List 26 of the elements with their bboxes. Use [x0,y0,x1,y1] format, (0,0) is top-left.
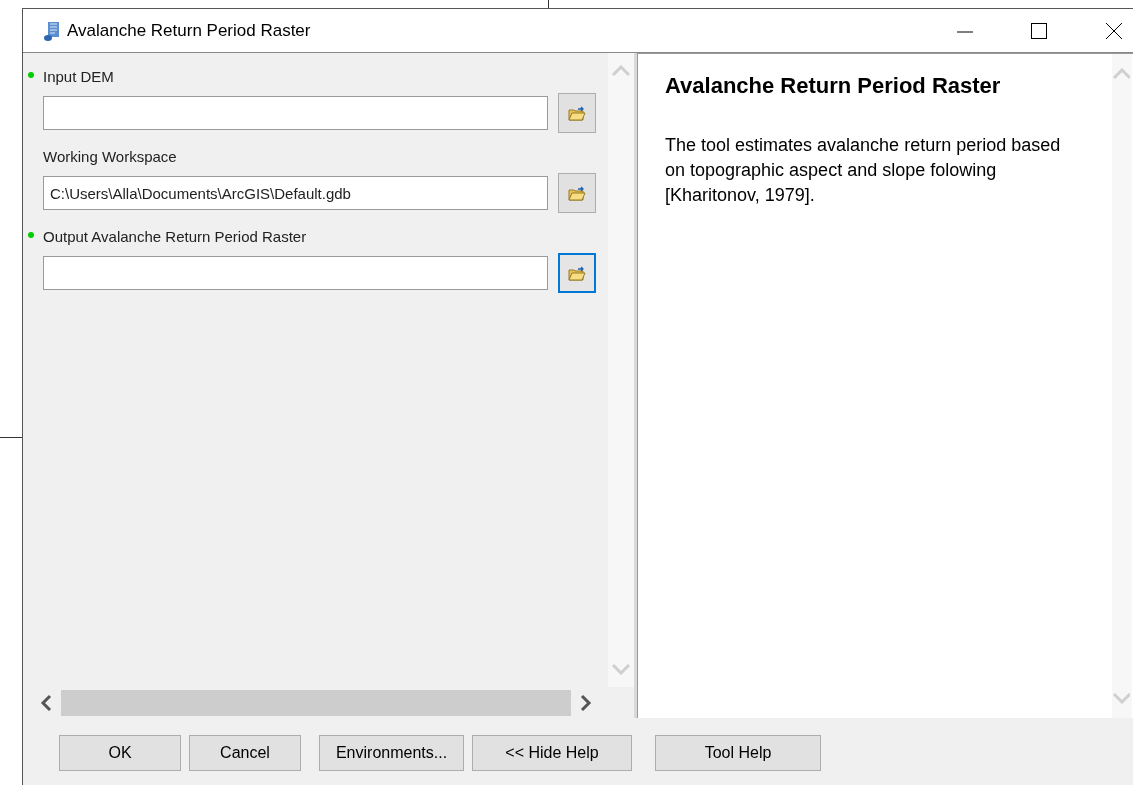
browse-button[interactable] [558,93,596,133]
browse-button[interactable] [558,253,596,293]
scroll-icon [44,19,62,42]
dialog-button[interactable]: Tool Help [655,735,821,771]
help-scrollbar[interactable] [1112,54,1132,718]
dialog-button[interactable]: Environments... [319,735,464,771]
input-field[interactable]: C:\Users\Alla\Documents\ArcGIS\Default.gdb [43,176,548,210]
folder-icon [568,105,586,121]
browse-button[interactable] [558,173,596,213]
dialog-button[interactable]: Cancel [189,735,301,771]
folder-icon [568,265,586,281]
folder-icon [568,185,586,201]
vertical-scrollbar[interactable] [608,53,634,687]
help-text: The tool estimates avalanche return period based on topographic aspect and slope folowing [Kharitonov, 1979]. [665,134,1062,207]
window-title: Avalanche Return Period Raster [67,19,311,42]
maximize-icon[interactable] [1031,22,1047,39]
field-label: Input DEM [43,67,114,87]
dialog-button[interactable]: << Hide Help [472,735,632,771]
scrollbar-thumb[interactable] [61,690,571,716]
close-icon[interactable] [1106,22,1122,39]
field-label: Output Avalanche Return Period Raster [43,227,307,247]
input-field[interactable] [43,96,548,130]
dialog-button[interactable]: OK [59,735,181,771]
help-title: Avalanche Return Period Raster [665,72,1002,100]
input-field[interactable] [43,256,548,290]
field-label: Working Workspace [43,147,177,167]
